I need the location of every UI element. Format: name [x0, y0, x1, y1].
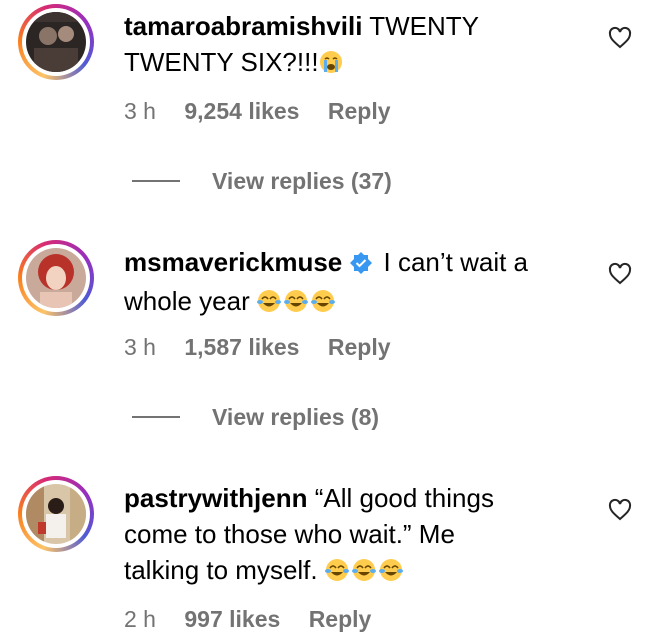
reply-button[interactable]: Reply	[328, 334, 391, 360]
tears-of-joy-icon	[256, 286, 335, 322]
verified-badge-icon	[350, 247, 373, 283]
comment-meta: 2 h 997 likes Reply	[124, 606, 393, 633]
view-replies-button[interactable]: View replies (8)	[132, 404, 379, 431]
comment-time: 3 h	[124, 98, 156, 124]
likes-count[interactable]: 1,587 likes	[184, 334, 299, 360]
likes-count[interactable]: 9,254 likes	[184, 98, 299, 124]
divider	[132, 180, 180, 182]
comment-text: come to those who wait.” Me	[124, 519, 455, 549]
comment-body: tamaroabramishvili TWENTY TWENTY SIX?!!!	[124, 8, 574, 83]
avatar-story-ring[interactable]	[18, 476, 94, 552]
avatar-border	[22, 8, 90, 76]
view-replies-button[interactable]: View replies (37)	[132, 168, 392, 195]
avatar	[26, 248, 86, 308]
likes-count[interactable]: 997 likes	[184, 606, 280, 632]
reply-button[interactable]: Reply	[309, 606, 372, 632]
avatar	[26, 12, 86, 72]
comment-meta: 3 h 9,254 likes Reply	[124, 98, 413, 125]
avatar-border	[22, 480, 90, 548]
avatar	[26, 484, 86, 544]
comment-body: pastrywithjenn “All good things come to …	[124, 480, 574, 591]
like-heart-icon[interactable]	[608, 498, 632, 522]
comment-text: “All good things	[314, 483, 494, 513]
username[interactable]: msmaverickmuse	[124, 247, 342, 277]
comment-time: 3 h	[124, 334, 156, 360]
like-heart-icon[interactable]	[608, 262, 632, 286]
tears-of-joy-icon	[324, 555, 403, 591]
avatar-story-ring[interactable]	[18, 4, 94, 80]
comment-text: I can’t wait a	[383, 247, 529, 277]
comment-text: whole year	[124, 286, 250, 316]
comment-body: msmaverickmuse I can’t wait a whole year	[124, 244, 574, 322]
like-heart-icon[interactable]	[608, 26, 632, 50]
comment-text: talking to myself.	[124, 555, 318, 585]
comment-text: TWENTY	[369, 11, 479, 41]
reply-button[interactable]: Reply	[328, 98, 391, 124]
view-replies-label: View replies (37)	[212, 168, 392, 194]
username[interactable]: pastrywithjenn	[124, 483, 307, 513]
view-replies-label: View replies (8)	[212, 404, 380, 430]
comment-time: 2 h	[124, 606, 156, 632]
comment-text: TWENTY SIX?!!!	[124, 47, 319, 77]
username[interactable]: tamaroabramishvili	[124, 11, 362, 41]
avatar-story-ring[interactable]	[18, 240, 94, 316]
avatar-border	[22, 244, 90, 312]
divider	[132, 416, 180, 418]
comment-meta: 3 h 1,587 likes Reply	[124, 334, 413, 361]
loudly-crying-face-icon	[319, 47, 343, 83]
